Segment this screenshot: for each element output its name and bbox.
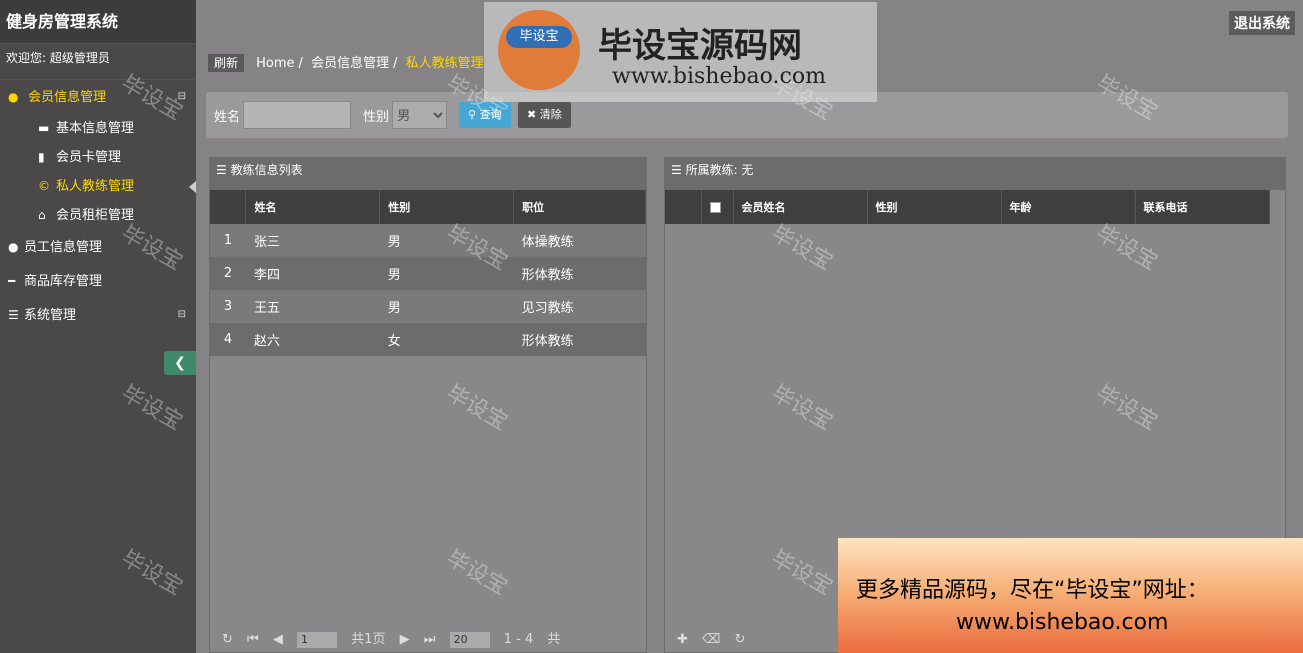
sub-item-member-card[interactable]: ▮ 会员卡管理	[0, 143, 196, 172]
last-page-icon[interactable]: ⏭	[424, 632, 436, 647]
trash-icon[interactable]: ⌫	[702, 632, 720, 647]
banner-url: www.bishebao.com	[612, 64, 826, 89]
reload-icon[interactable]: ↻	[735, 632, 746, 647]
refresh-button[interactable]: 刷新	[208, 54, 245, 72]
next-page-icon[interactable]: ▶	[400, 632, 410, 647]
gender-select[interactable]: 男	[392, 101, 447, 129]
first-page-icon[interactable]: ⏮	[247, 632, 259, 647]
table-row[interactable]: 2 李四男形体教练	[210, 257, 646, 290]
collapse-icon[interactable]: ⊟	[178, 298, 186, 332]
logo: 毕设宝	[498, 10, 580, 90]
name-label: 姓名	[214, 110, 241, 125]
list-icon: ☰	[8, 308, 19, 322]
select-all-checkbox[interactable]	[709, 202, 721, 213]
ad-banner: 更多精品源码，尽在“毕设宝”网址： www.bishebao.com	[838, 538, 1303, 653]
add-icon[interactable]: ✚	[677, 632, 688, 647]
user-icon: ●	[8, 240, 19, 254]
nav-member-info[interactable]: ● 会员信息管理 ⊟	[0, 80, 196, 114]
col-phone[interactable]: 联系电话	[1135, 190, 1270, 224]
sidebar: 健身房管理系统 欢迎您: 超级管理员 ● 会员信息管理 ⊟ ▬ 基本信息管理 ▮ 会…	[0, 0, 196, 653]
list-icon: ☰	[671, 163, 686, 177]
sub-item-locker[interactable]: ⌂ 会员租柜管理	[0, 201, 196, 230]
record-range: 1 - 4	[503, 632, 534, 647]
table-row[interactable]: 4 赵六女形体教练	[210, 323, 646, 356]
name-input[interactable]	[243, 101, 351, 129]
collapse-icon[interactable]: ⊟	[178, 80, 186, 114]
welcome-text: 欢迎您: 超级管理员	[0, 44, 196, 80]
coach-list-panel: ☰ 教练信息列表 姓名 性别 职位 1 张三男体操教练 2 李四男形体教练 3 王五男见习…	[209, 157, 647, 653]
list-icon: ☰	[216, 163, 231, 177]
col-position[interactable]: 职位	[513, 190, 646, 224]
search-icon: ⚲	[468, 108, 480, 121]
utensils-icon: ━	[8, 274, 16, 288]
record-total: 共	[547, 632, 561, 647]
prev-page-icon[interactable]: ◀	[273, 632, 283, 647]
reload-icon[interactable]: ↻	[222, 632, 233, 647]
close-icon: ✖	[527, 108, 540, 121]
total-pages: 共1页	[351, 632, 386, 647]
user-icon: ●	[8, 90, 19, 104]
col-age[interactable]: 年龄	[1001, 190, 1136, 224]
app-title: 健身房管理系统	[0, 0, 196, 44]
logout-button[interactable]: 退出系统	[1229, 11, 1295, 35]
copyright-icon: ©	[38, 179, 50, 193]
clear-button[interactable]: ✖ 清除	[518, 102, 571, 128]
breadcrumb: 刷新 Home / 会员信息管理 / 私人教练管理	[208, 52, 484, 72]
col-name[interactable]: 姓名	[245, 190, 381, 224]
table-row[interactable]: 1 张三男体操教练	[210, 224, 646, 257]
nav-system[interactable]: ☰ 系统管理 ⊟	[0, 298, 196, 332]
pager: ↻ ⏮ ◀ 1 共1页 ▶ ⏭ 20 1 - 4 共	[210, 628, 646, 652]
sub-item-basic-info[interactable]: ▬ 基本信息管理	[0, 114, 196, 143]
gender-label: 性别	[363, 110, 390, 125]
member-table: 会员姓名 性别 年龄 联系电话	[665, 190, 1270, 224]
breadcrumb-home[interactable]: Home	[256, 56, 294, 71]
page-size-select[interactable]: 20	[449, 631, 490, 648]
home-icon: ⌂	[38, 208, 46, 222]
banner-title: 毕设宝源码网	[598, 26, 802, 66]
panel-title: 所属教练: 无	[685, 163, 754, 177]
breadcrumb-current: 私人教练管理	[405, 56, 484, 71]
query-button[interactable]: ⚲ 查询	[459, 102, 511, 128]
breadcrumb-level1[interactable]: 会员信息管理	[311, 56, 389, 71]
sidebar-collapse-button[interactable]: ❮	[164, 351, 196, 375]
arrow-left-icon: ❮	[174, 355, 186, 371]
col-member-name[interactable]: 会员姓名	[733, 190, 868, 224]
watermark-banner: 毕设宝 毕设宝源码网 www.bishebao.com	[484, 2, 877, 102]
sub-item-private-coach[interactable]: © 私人教练管理	[0, 172, 196, 201]
table-row[interactable]: 3 王五男见习教练	[210, 290, 646, 323]
folder-icon: ▬	[38, 121, 50, 135]
col-gender[interactable]: 性别	[867, 190, 1002, 224]
col-gender[interactable]: 性别	[379, 190, 515, 224]
nav-staff-info[interactable]: ● 员工信息管理	[0, 230, 196, 264]
nav-goods-stock[interactable]: ━ 商品库存管理	[0, 264, 196, 298]
page-input[interactable]: 1	[297, 631, 338, 648]
book-icon: ▮	[38, 150, 45, 164]
ad-line1: 更多精品源码，尽在“毕设宝”网址：	[856, 578, 1209, 603]
coach-table: 姓名 性别 职位 1 张三男体操教练 2 李四男形体教练 3 王五男见习教练 4 赵六女形体…	[210, 190, 646, 356]
ad-line2: www.bishebao.com	[956, 610, 1169, 635]
panel-title: 教练信息列表	[230, 163, 303, 177]
